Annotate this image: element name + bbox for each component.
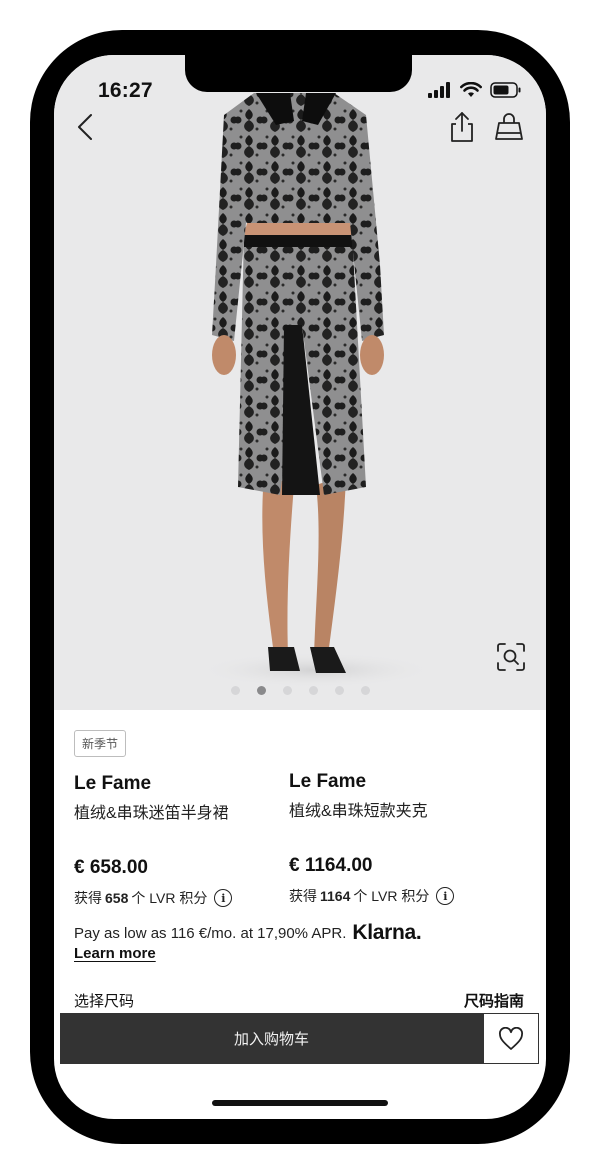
back-button[interactable] [72, 111, 98, 143]
shopping-bag-icon [495, 113, 523, 140]
points-value: 1164 [320, 888, 351, 904]
shopping-bag-button[interactable] [494, 111, 524, 143]
product-name: 植绒&串珠短款夹克 [289, 803, 428, 820]
product-price: € 658.00 [74, 857, 148, 878]
klarna-text: Pay as low as 116 €/mo. at 17,90% APR. [74, 924, 347, 942]
pagination-dot[interactable] [360, 686, 370, 695]
product-card-skirt[interactable]: Le Fame 植绒&串珠迷笛半身裙 € 658.00 获得 658 个 LVR… [74, 773, 233, 908]
pagination-dot[interactable] [334, 686, 344, 695]
loyalty-points: 获得 1164 个 LVR 积分 i [289, 886, 455, 906]
product-price: € 1164.00 [289, 855, 373, 876]
pagination-dot[interactable] [230, 686, 240, 695]
product-name: 植绒&串珠迷笛半身裙 [74, 805, 229, 822]
points-value: 658 [105, 890, 129, 906]
chevron-left-icon [78, 114, 92, 140]
select-size-label[interactable]: 选择尺码 [74, 990, 134, 1011]
visual-search-icon [497, 643, 525, 671]
klarna-offer: Pay as low as 116 €/mo. at 17,90% APR. K… [74, 921, 422, 945]
points-suffix: 个 LVR 积分 [353, 888, 430, 904]
points-prefix: 获得 [289, 888, 317, 904]
product-brand: Le Fame [289, 771, 367, 792]
loyalty-points: 获得 658 个 LVR 积分 i [74, 888, 233, 908]
klarna-logo: Klarna. [352, 921, 422, 944]
info-icon[interactable]: i [436, 887, 455, 905]
heart-icon [499, 1026, 523, 1050]
cellular-signal-icon [428, 82, 450, 98]
wifi-icon [460, 82, 482, 97]
gallery-pagination [54, 686, 546, 695]
size-guide-link[interactable]: 尺码指南 [464, 990, 524, 1011]
product-image-gallery[interactable] [54, 55, 546, 710]
pagination-dot[interactable] [308, 686, 318, 695]
points-prefix: 获得 [74, 890, 102, 906]
product-card-jacket[interactable]: Le Fame 植绒&串珠短款夹克 € 1164.00 获得 1164 个 LV… [289, 771, 455, 906]
home-indicator[interactable] [212, 1100, 388, 1106]
product-brand: Le Fame [74, 773, 152, 794]
pagination-dot[interactable] [282, 686, 292, 695]
share-icon [451, 112, 473, 142]
wishlist-button[interactable] [483, 1013, 539, 1064]
battery-icon [490, 82, 521, 98]
device-notch [185, 55, 412, 92]
status-icons [428, 82, 522, 98]
product-photo [196, 93, 436, 688]
info-icon[interactable]: i [214, 889, 233, 907]
points-suffix: 个 LVR 积分 [131, 890, 208, 906]
pagination-dot-active[interactable] [256, 686, 266, 695]
share-button[interactable] [448, 111, 476, 143]
visual-search-button[interactable] [496, 642, 526, 672]
status-time: 16:27 [98, 79, 153, 102]
add-to-cart-button[interactable]: 加入购物车 [60, 1013, 483, 1064]
screen: 16:27 新季节 Le Fame 植绒&串珠迷笛半身裙 € 658.00 获得… [54, 55, 546, 1119]
learn-more-link[interactable]: Learn more [74, 945, 156, 962]
new-season-badge: 新季节 [74, 730, 127, 757]
